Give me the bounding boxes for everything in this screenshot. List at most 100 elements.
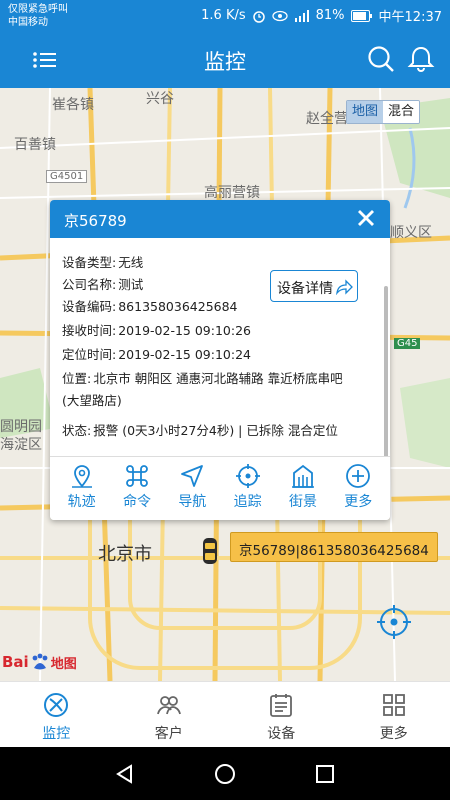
target-crosshair-icon bbox=[235, 464, 260, 488]
map-label-baishan: 百善镇 bbox=[14, 137, 56, 153]
vehicle-marker-icon[interactable] bbox=[200, 536, 220, 566]
nav-label: 更多 bbox=[379, 726, 408, 742]
map-label-beijing: 北京市 bbox=[98, 544, 152, 565]
popup-plate: 京56789 bbox=[64, 212, 127, 230]
action-label: 街景 bbox=[288, 494, 317, 510]
action-label: 更多 bbox=[344, 494, 373, 510]
baidu-logo-map-text: 地图 bbox=[50, 656, 77, 672]
map-label-yuanmingyuan: 圆明园 bbox=[0, 419, 42, 435]
map-mode-standard[interactable]: 地图 bbox=[347, 101, 384, 123]
track-icon bbox=[71, 465, 92, 488]
map-label-gaoliying: 高丽营镇 bbox=[204, 185, 260, 201]
plus-circle-icon bbox=[346, 464, 371, 488]
device-detail-label: 设备详情 bbox=[277, 281, 333, 297]
field-label: 状态: bbox=[62, 423, 92, 438]
action-follow[interactable]: 追踪 bbox=[221, 457, 275, 520]
popup-body: 设备类型: 无线 公司名称: 测试 设备编码: 861358036425684 接收时… bbox=[50, 238, 390, 456]
field-locate-time: 定位时间: 2019-02-15 09:10:24 bbox=[62, 344, 253, 363]
action-label: 追踪 bbox=[233, 494, 262, 510]
system-navigation-bar bbox=[0, 747, 450, 800]
alarm-icon bbox=[252, 10, 265, 23]
bell-icon[interactable] bbox=[406, 44, 436, 74]
field-status: 状态: 报警 (0天3小时27分4秒) | 已拆除 混合定位 bbox=[62, 420, 340, 439]
popup-header: 京56789 bbox=[50, 200, 390, 238]
carrier-info: 仅限紧急呼叫 中国移动 bbox=[8, 3, 68, 29]
baidu-logo-text: Bai bbox=[2, 653, 29, 671]
field-label: 设备类型: bbox=[62, 255, 117, 270]
map-mode-hybrid[interactable]: 混合 bbox=[383, 101, 420, 123]
action-label: 导航 bbox=[178, 494, 207, 510]
close-icon[interactable] bbox=[356, 208, 376, 228]
field-label: 接收时间: bbox=[62, 323, 117, 338]
map-label-zhaoquanying: 赵全营 bbox=[306, 111, 348, 127]
app-header: 监控 bbox=[0, 32, 450, 88]
field-value: 报警 (0天3小时27分4秒) | 已拆除 混合定位 bbox=[93, 423, 338, 438]
field-receive-time: 接收时间: 2019-02-15 09:10:26 bbox=[62, 320, 253, 339]
navigation-arrow-icon bbox=[181, 465, 204, 487]
device-icon bbox=[270, 694, 293, 717]
action-more[interactable]: 更多 bbox=[331, 457, 385, 520]
search-icon[interactable] bbox=[366, 44, 396, 74]
field-company: 公司名称: 测试 bbox=[62, 274, 145, 293]
command-icon bbox=[126, 465, 148, 487]
nav-label: 设备 bbox=[267, 726, 296, 742]
field-label: 公司名称: bbox=[62, 277, 117, 292]
device-detail-button[interactable]: 设备详情 bbox=[270, 270, 358, 302]
signal-icon bbox=[294, 9, 309, 22]
field-value: 北京市 朝阳区 通惠河北路辅路 靠近桥底串吧(大望路店) bbox=[62, 371, 343, 408]
field-label: 定位时间: bbox=[62, 347, 117, 362]
map-label-g45: G45 bbox=[394, 338, 421, 349]
building-icon bbox=[291, 464, 314, 488]
recents-square-icon[interactable] bbox=[314, 763, 336, 785]
map-label-shunyi: 顺义区 bbox=[390, 225, 432, 241]
field-value: 861358036425684 bbox=[118, 299, 238, 314]
field-address: 位置: 北京市 朝阳区 通惠河北路辅路 靠近桥底串吧(大望路店) bbox=[62, 368, 358, 412]
nav-more[interactable]: 更多 bbox=[338, 682, 450, 747]
map-label-haidian: 海淀区 bbox=[0, 437, 42, 453]
nav-monitor[interactable]: 监控 bbox=[0, 682, 113, 747]
carrier-line2: 中国移动 bbox=[8, 17, 48, 28]
field-value: 测试 bbox=[118, 277, 144, 292]
status-right: 1.6 K/s 81% 中午12:37 bbox=[201, 6, 442, 25]
nav-label: 监控 bbox=[42, 726, 71, 742]
action-streetview[interactable]: 街景 bbox=[276, 457, 330, 520]
popup-actions: 轨迹 命令 导航 追踪 街景 更多 bbox=[50, 456, 390, 520]
field-label: 设备编码: bbox=[62, 299, 117, 314]
field-value: 2019-02-15 09:10:24 bbox=[118, 347, 251, 362]
bottom-navigation: 监控 客户 设备 更多 bbox=[0, 681, 450, 747]
carrier-line1: 仅限紧急呼叫 bbox=[8, 4, 68, 15]
action-command[interactable]: 命令 bbox=[110, 457, 164, 520]
vehicle-info-popup: 京56789 设备类型: 无线 公司名称: 测试 设备编码: 861358036425… bbox=[50, 200, 390, 520]
back-triangle-icon[interactable] bbox=[114, 763, 136, 785]
eye-icon bbox=[271, 10, 288, 21]
map-label-cuigezhuang: 崔各镇 bbox=[52, 97, 94, 113]
baidu-paw-icon bbox=[32, 653, 48, 670]
more-grid-icon bbox=[382, 694, 405, 716]
nav-device[interactable]: 设备 bbox=[225, 682, 338, 747]
action-label: 命令 bbox=[122, 494, 151, 510]
nav-customer[interactable]: 客户 bbox=[113, 682, 226, 747]
locate-me-icon[interactable] bbox=[376, 604, 412, 640]
battery-icon bbox=[350, 9, 372, 22]
vehicle-marker-label[interactable]: 京56789|861358036425684 bbox=[230, 532, 438, 562]
action-track[interactable]: 轨迹 bbox=[55, 457, 109, 520]
network-speed: 1.6 K/s bbox=[201, 8, 246, 23]
field-value: 2019-02-15 09:10:26 bbox=[118, 323, 251, 338]
monitor-icon bbox=[44, 693, 69, 717]
action-label: 轨迹 bbox=[67, 494, 96, 510]
field-label: 位置: bbox=[62, 371, 92, 386]
status-bar: 仅限紧急呼叫 中国移动 1.6 K/s 81% 中午12:37 bbox=[0, 0, 450, 32]
map-mode-toggle: 地图 混合 bbox=[346, 100, 421, 124]
nav-label: 客户 bbox=[154, 726, 183, 742]
map-label-xingu: 兴谷 bbox=[146, 91, 174, 107]
map-label-g4501: G4501 bbox=[46, 170, 88, 183]
home-circle-icon[interactable] bbox=[214, 763, 236, 785]
popup-scrollbar[interactable] bbox=[384, 286, 388, 456]
customer-icon bbox=[156, 696, 181, 715]
field-value: 无线 bbox=[118, 255, 144, 270]
action-navigate[interactable]: 导航 bbox=[165, 457, 219, 520]
clock: 中午12:37 bbox=[378, 10, 442, 25]
baidu-logo: Bai 地图 bbox=[2, 652, 77, 672]
field-device-code: 设备编码: 861358036425684 bbox=[62, 296, 240, 315]
share-arrow-icon bbox=[336, 279, 353, 295]
